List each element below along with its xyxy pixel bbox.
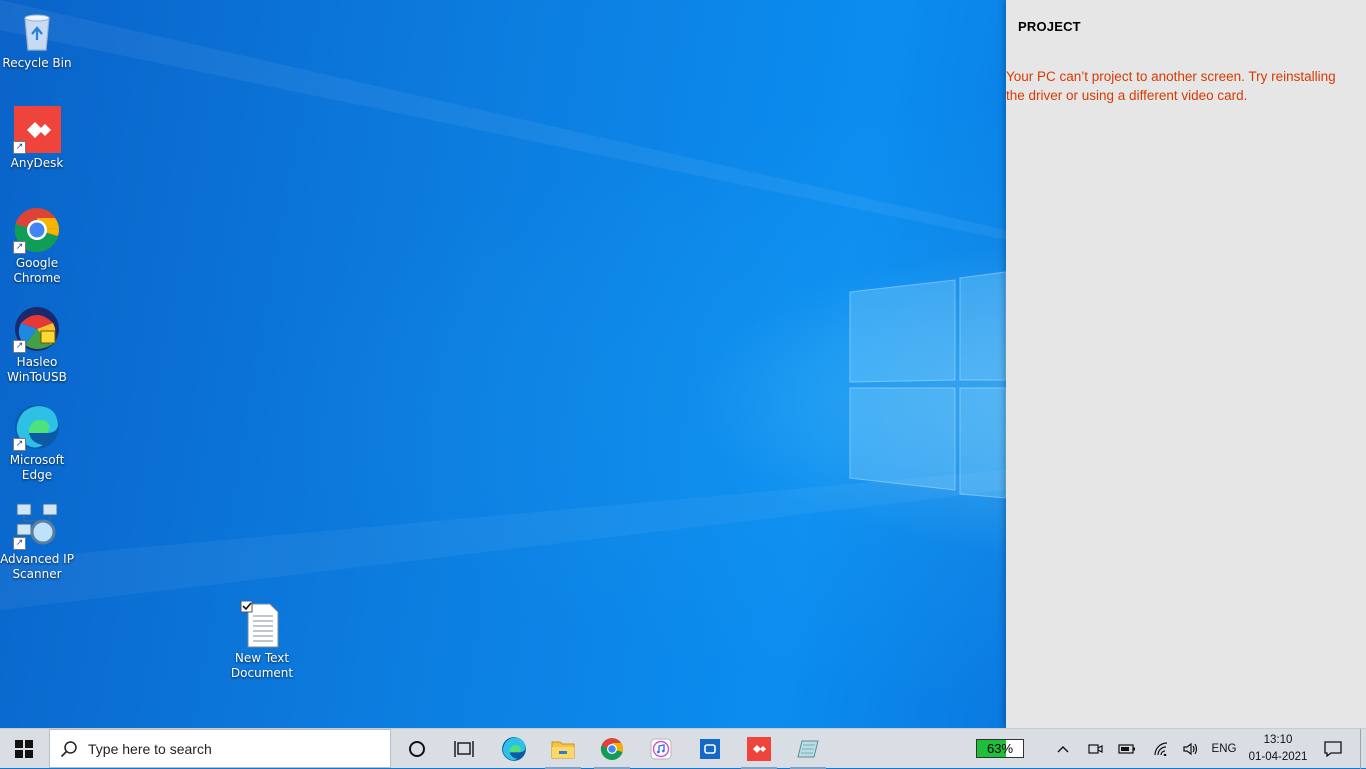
chrome-icon: ↗ <box>13 206 61 254</box>
project-error-message: Your PC can’t project to another screen.… <box>1006 69 1336 103</box>
edge-icon <box>502 737 526 761</box>
taskbar-search-box[interactable]: Type here to search <box>49 729 391 768</box>
desktop-icon-label: AnyDesk <box>10 156 64 170</box>
language-indicator: ENG <box>1211 743 1237 755</box>
task-view-icon <box>454 741 474 757</box>
show-hidden-icons-button[interactable] <box>1052 729 1074 769</box>
desktop-icon-label: Hasleo <box>16 355 58 369</box>
wifi-icon <box>1154 742 1168 756</box>
cortana-button[interactable] <box>393 729 441 769</box>
tray-battery-button[interactable] <box>1116 729 1138 769</box>
desktop-icon-label: Scanner <box>12 567 62 581</box>
desktop-icon-label: Chrome <box>13 271 61 285</box>
project-panel-title: PROJECT <box>1018 19 1081 34</box>
desktop-icon-advanced-ip-scanner[interactable]: ↗ Advanced IP Scanner <box>0 502 74 582</box>
desktop-icon-label: Edge <box>21 468 53 482</box>
start-button[interactable] <box>0 729 48 769</box>
shortcut-arrow-icon: ↗ <box>13 340 26 353</box>
battery-icon <box>1118 744 1135 754</box>
taskbar-clock[interactable]: 13:10 01-04-2021 <box>1244 732 1312 766</box>
wintousb-icon: ↗ <box>13 305 61 353</box>
battery-percentage-badge: 63% <box>976 739 1024 758</box>
itunes-icon <box>650 738 672 760</box>
edge-icon: ↗ <box>13 403 61 451</box>
chevron-up-icon <box>1057 746 1069 753</box>
taskbar-anydesk-button[interactable] <box>735 729 783 769</box>
shortcut-arrow-icon: ↗ <box>13 537 26 550</box>
notification-icon <box>1324 741 1342 757</box>
shortcut-arrow-icon: ↗ <box>13 438 26 451</box>
anydesk-icon <box>747 737 771 761</box>
taskbar-itunes-button[interactable] <box>637 729 685 769</box>
clock-time: 13:10 <box>1263 734 1293 746</box>
tray-volume-button[interactable] <box>1180 729 1202 769</box>
taskbar-notepad-button[interactable] <box>784 729 832 769</box>
meet-now-icon <box>1088 744 1103 754</box>
app-store-icon <box>700 739 720 759</box>
tray-meet-now-button[interactable] <box>1084 729 1106 769</box>
file-explorer-icon <box>551 741 575 759</box>
desktop-icon-microsoft-edge[interactable]: ↗ Microsoft Edge <box>0 403 74 483</box>
desktop-icon-label: New Text <box>234 651 290 665</box>
show-desktop-button[interactable] <box>1360 729 1366 769</box>
desktop-icon-label: Recycle Bin <box>2 56 72 70</box>
tray-language-button[interactable]: ENG <box>1208 729 1240 769</box>
project-panel: PROJECT Your PC can’t project to another… <box>1006 0 1366 728</box>
task-view-button[interactable] <box>440 729 488 769</box>
cortana-icon <box>409 741 425 757</box>
taskbar-edge-button[interactable] <box>490 729 538 769</box>
desktop-icon-recycle-bin[interactable]: Recycle Bin <box>0 6 74 71</box>
desktop-icon-label: Microsoft <box>9 453 65 467</box>
desktop-icon-google-chrome[interactable]: ↗ Google Chrome <box>0 206 74 286</box>
desktop-icon-label: Document <box>230 666 294 680</box>
taskbar-store-button[interactable] <box>686 729 734 769</box>
anydesk-icon: ↗ <box>13 106 61 154</box>
clock-date: 01-04-2021 <box>1248 751 1308 763</box>
search-placeholder: Type here to search <box>88 740 212 757</box>
notepad-icon <box>797 740 819 758</box>
windows-logo-light <box>849 271 1007 499</box>
desktop-icon-hasleo-wintousb[interactable]: ↗ Hasleo WinToUSB <box>0 305 74 385</box>
recycle-bin-icon <box>13 6 61 54</box>
volume-icon <box>1183 742 1198 756</box>
shortcut-arrow-icon: ↗ <box>13 241 26 254</box>
taskbar-file-explorer-button[interactable] <box>539 729 587 769</box>
battery-percentage-text: 63% <box>986 741 1014 756</box>
chrome-icon <box>600 738 624 760</box>
tray-wifi-button[interactable] <box>1150 729 1172 769</box>
text-document-icon <box>238 600 286 649</box>
desktop-icon-label: WinToUSB <box>7 370 67 384</box>
desktop-icon-anydesk[interactable]: ↗ AnyDesk <box>0 106 74 171</box>
desktop-icon-label: Google <box>15 256 59 270</box>
windows-logo-icon <box>15 740 33 758</box>
taskbar: Type here to search 63% ENG 13:10 01-04-… <box>0 728 1366 769</box>
search-icon <box>60 740 77 757</box>
advanced-ip-scanner-icon: ↗ <box>13 502 61 550</box>
taskbar-chrome-button[interactable] <box>588 729 636 769</box>
action-center-button[interactable] <box>1320 729 1346 769</box>
shortcut-arrow-icon: ↗ <box>13 141 26 154</box>
desktop-icon-new-text-document[interactable]: New Text Document <box>225 600 299 681</box>
desktop-icon-label: Advanced IP <box>0 552 74 566</box>
